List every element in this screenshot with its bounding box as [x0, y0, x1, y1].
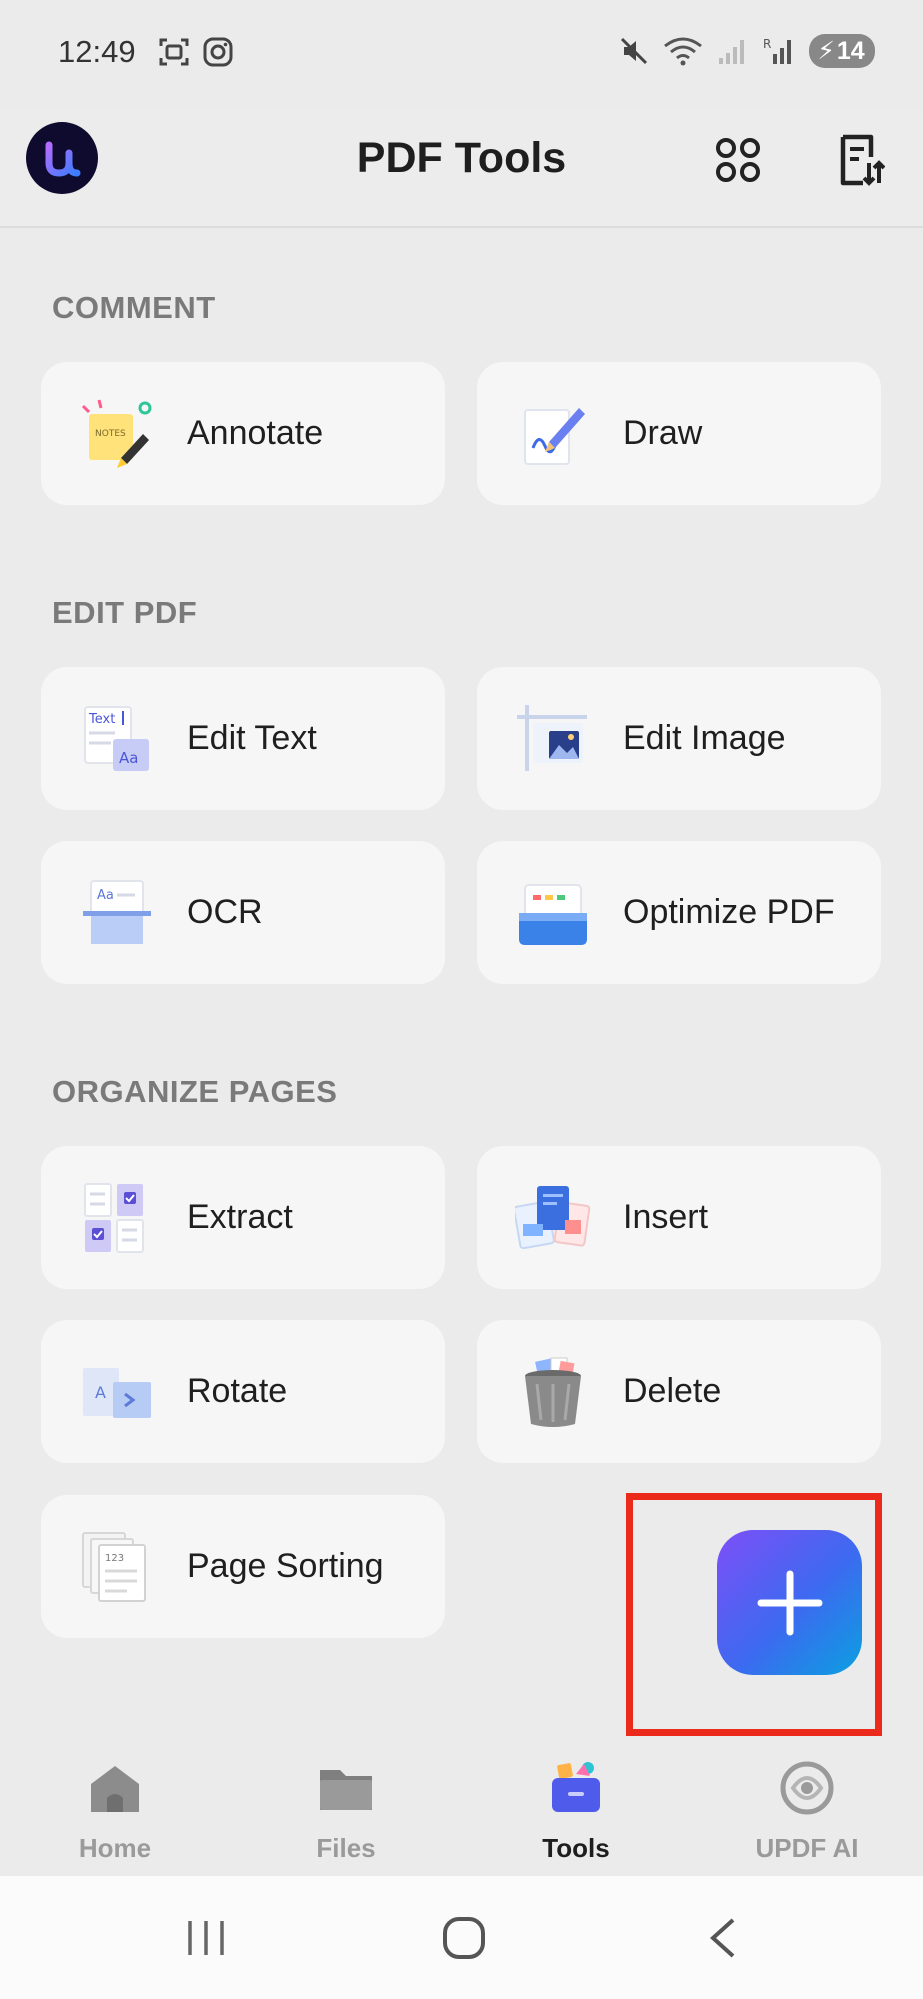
status-bar: 12:49 R ⚡ 14 — [0, 0, 923, 110]
svg-text:A: A — [95, 1383, 106, 1402]
ai-icon — [780, 1761, 834, 1815]
nav-label: UPDF AI — [755, 1833, 859, 1863]
app-header: PDF Tools — [0, 110, 923, 228]
tool-card-page-sorting[interactable]: 123 Page Sorting — [41, 1495, 445, 1638]
mute-icon — [620, 37, 648, 65]
recent-apps-icon — [188, 1921, 224, 1955]
extract-icon — [84, 1182, 144, 1253]
edit-image-icon — [517, 704, 587, 771]
tool-label: Delete — [623, 1372, 722, 1410]
instagram-icon — [203, 37, 233, 67]
ocr-icon: Aa — [83, 879, 151, 944]
nav-updf-ai[interactable]: UPDF AI — [707, 1758, 907, 1864]
nav-label: Tools — [542, 1833, 610, 1863]
svg-text:R: R — [763, 37, 771, 51]
system-navigation-bar — [0, 1876, 923, 1999]
svg-text:Aa: Aa — [119, 749, 138, 767]
status-time: 12:49 — [58, 34, 136, 69]
draw-icon — [524, 407, 585, 465]
tool-label: Optimize PDF — [623, 893, 835, 931]
tool-card-rotate[interactable]: A Rotate — [41, 1320, 445, 1463]
tool-card-draw[interactable]: Draw — [477, 362, 881, 505]
tool-label: Rotate — [187, 1372, 288, 1410]
rotate-icon: A — [83, 1367, 151, 1418]
svg-text:123: 123 — [105, 1553, 124, 1564]
tool-label: Page Sorting — [187, 1547, 384, 1585]
battery-indicator: ⚡ 14 — [809, 34, 875, 68]
tool-card-edit-text[interactable]: Text Aa Edit Text — [41, 667, 445, 810]
grid-icon — [716, 138, 760, 182]
charging-icon: ⚡ — [817, 37, 835, 65]
tool-label: Extract — [187, 1198, 293, 1236]
plus-icon — [757, 1570, 822, 1635]
sort-button[interactable] — [833, 132, 889, 188]
tool-label: OCR — [187, 893, 263, 931]
tool-label: Edit Image — [623, 719, 786, 757]
tool-label: Insert — [623, 1198, 709, 1236]
sort-document-icon — [840, 134, 885, 186]
tool-card-edit-image[interactable]: Edit Image — [477, 667, 881, 810]
svg-text:NOTES: NOTES — [95, 429, 126, 439]
back-button[interactable] — [693, 1912, 753, 1964]
tool-label: Annotate — [187, 414, 324, 452]
annotate-icon: NOTES — [81, 399, 152, 468]
tool-label: Edit Text — [187, 719, 317, 757]
home-circle-icon — [443, 1917, 485, 1959]
tool-card-annotate[interactable]: NOTES Annotate — [41, 362, 445, 505]
battery-level: 14 — [836, 36, 865, 65]
delete-icon — [525, 1357, 581, 1427]
section-title-comment: COMMENT — [52, 290, 216, 325]
svg-text:Text: Text — [88, 712, 115, 727]
edit-text-icon: Text Aa — [84, 705, 149, 771]
wifi-icon — [664, 37, 702, 66]
tool-card-delete[interactable]: Delete — [477, 1320, 881, 1463]
tools-icon — [552, 1762, 600, 1812]
home-system-button[interactable] — [434, 1912, 494, 1964]
optimize-pdf-icon — [519, 883, 587, 945]
nav-tools[interactable]: Tools — [476, 1758, 676, 1864]
grid-view-button[interactable] — [710, 132, 766, 188]
signal-roaming-icon: R — [763, 37, 791, 64]
insert-icon — [515, 1185, 591, 1249]
page-title: PDF Tools — [356, 134, 567, 182]
tool-card-extract[interactable]: Extract — [41, 1146, 445, 1289]
add-button[interactable] — [717, 1530, 862, 1675]
back-chevron-icon — [710, 1918, 735, 1958]
home-icon — [91, 1766, 139, 1812]
bottom-navigation: Home Files Tools UPDF AI — [0, 1740, 923, 1876]
signal-icon — [719, 40, 744, 64]
nav-home[interactable]: Home — [15, 1758, 215, 1864]
tool-card-optimize-pdf[interactable]: Optimize PDF — [477, 841, 881, 984]
nav-files[interactable]: Files — [246, 1758, 446, 1864]
screenshot-icon — [159, 38, 189, 66]
nav-label: Files — [316, 1833, 376, 1863]
tool-card-ocr[interactable]: Aa OCR — [41, 841, 445, 984]
section-title-edit-pdf: EDIT PDF — [52, 595, 198, 630]
tool-label: Draw — [623, 414, 703, 452]
section-title-organize-pages: ORGANIZE PAGES — [52, 1074, 338, 1109]
folder-icon — [320, 1770, 372, 1810]
recent-apps-button[interactable] — [176, 1912, 236, 1964]
tool-card-insert[interactable]: Insert — [477, 1146, 881, 1289]
nav-label: Home — [78, 1833, 152, 1863]
svg-text:Aa: Aa — [97, 888, 114, 903]
page-sorting-icon: 123 — [82, 1531, 146, 1602]
